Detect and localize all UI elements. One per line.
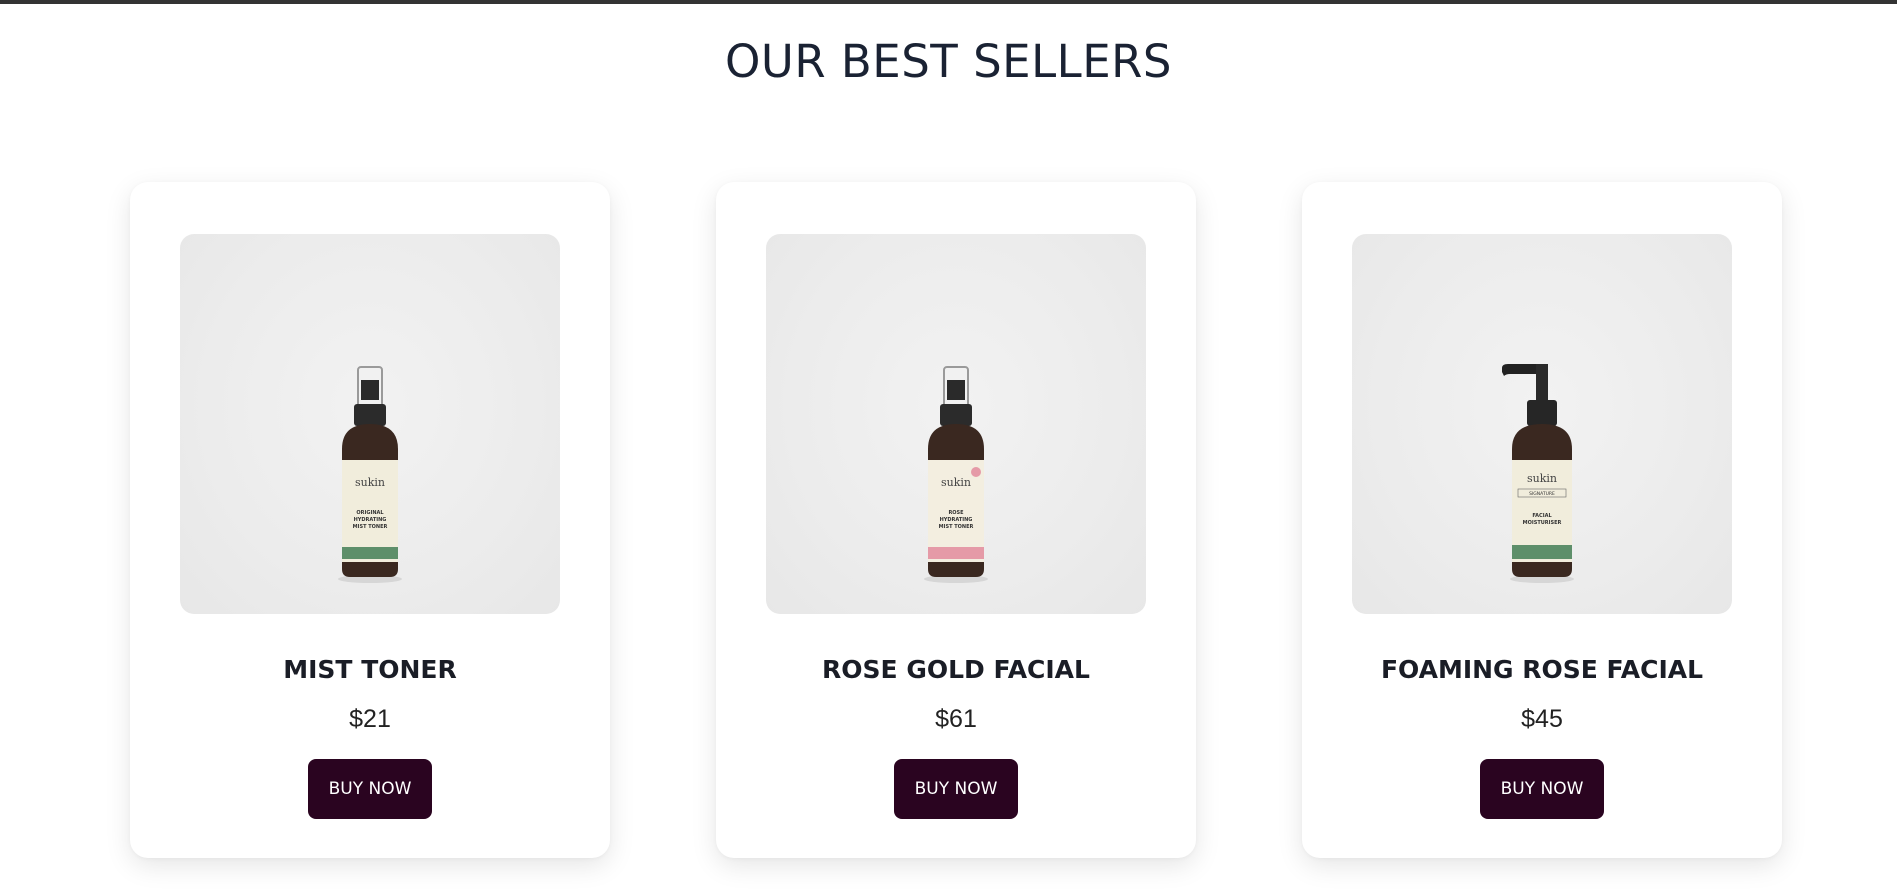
svg-text:ROSE: ROSE bbox=[948, 510, 964, 516]
product-name: FOAMING ROSE FACIAL bbox=[1380, 655, 1704, 684]
buy-now-button[interactable]: BUY NOW bbox=[308, 759, 432, 819]
svg-text:HYDRATING: HYDRATING bbox=[354, 517, 387, 523]
svg-text:sukin: sukin bbox=[941, 476, 971, 489]
svg-text:SIGNATURE: SIGNATURE bbox=[1529, 491, 1555, 497]
svg-text:sukin: sukin bbox=[1527, 472, 1557, 485]
buy-now-button[interactable]: BUY NOW bbox=[1480, 759, 1604, 819]
mist-bottle-icon: sukin ORIGINAL HYDRATING MIST TONER bbox=[338, 366, 402, 583]
pump-bottle-icon: sukin SIGNATURE FACIAL MOISTURISER bbox=[1502, 364, 1574, 583]
product-name: MIST TONER bbox=[283, 655, 457, 684]
svg-text:sukin: sukin bbox=[355, 476, 385, 489]
product-image[interactable]: sukin SIGNATURE FACIAL MOISTURISER bbox=[1352, 234, 1732, 614]
product-price: $45 bbox=[1521, 705, 1563, 733]
product-card: sukin ROSE HYDRATING MIST TONER ROSE GOL… bbox=[716, 182, 1196, 858]
product-grid: sukin ORIGINAL HYDRATING MIST TONER MIST… bbox=[0, 0, 1897, 892]
product-price: $21 bbox=[349, 705, 391, 733]
buy-now-button[interactable]: BUY NOW bbox=[894, 759, 1018, 819]
svg-text:HYDRATING: HYDRATING bbox=[940, 517, 973, 523]
svg-text:MIST TONER: MIST TONER bbox=[939, 524, 974, 530]
svg-text:ORIGINAL: ORIGINAL bbox=[356, 510, 384, 516]
svg-text:MIST TONER: MIST TONER bbox=[353, 524, 388, 530]
product-card: sukin SIGNATURE FACIAL MOISTURISER FOAMI… bbox=[1302, 182, 1782, 858]
product-image[interactable]: sukin ORIGINAL HYDRATING MIST TONER bbox=[180, 234, 560, 614]
product-name: ROSE GOLD FACIAL bbox=[822, 655, 1090, 684]
svg-text:MOISTURISER: MOISTURISER bbox=[1523, 520, 1562, 526]
product-price: $61 bbox=[935, 705, 977, 733]
mist-bottle-icon: sukin ROSE HYDRATING MIST TONER bbox=[924, 366, 988, 583]
product-card: sukin ORIGINAL HYDRATING MIST TONER MIST… bbox=[130, 182, 610, 858]
svg-text:FACIAL: FACIAL bbox=[1532, 513, 1552, 519]
product-image[interactable]: sukin ROSE HYDRATING MIST TONER bbox=[766, 234, 1146, 614]
